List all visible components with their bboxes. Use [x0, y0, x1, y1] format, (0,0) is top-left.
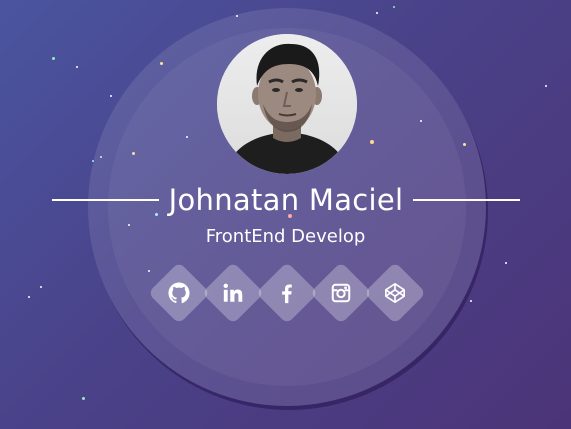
star [376, 12, 378, 14]
avatar-portrait [217, 34, 357, 174]
linkedin-icon [211, 271, 255, 315]
profile-role: FrontEnd Develop [205, 226, 366, 247]
instagram-button[interactable] [309, 261, 373, 325]
star [110, 95, 112, 97]
codepen-icon [373, 271, 417, 315]
right-divider [413, 199, 521, 201]
star [28, 296, 30, 298]
star [52, 57, 55, 60]
star [76, 66, 78, 68]
github-icon [157, 271, 201, 315]
profile-name: Johnatan Maciel [168, 183, 404, 217]
name-heading-row: Johnatan Maciel [52, 178, 521, 222]
facebook-button[interactable] [255, 261, 319, 325]
star [470, 300, 472, 302]
facebook-icon [265, 271, 309, 315]
instagram-icon [319, 271, 363, 315]
avatar [217, 34, 357, 174]
star [393, 6, 395, 8]
star [40, 286, 42, 288]
linkedin-button[interactable] [201, 261, 265, 325]
star [82, 397, 85, 400]
github-button[interactable] [147, 261, 211, 325]
codepen-button[interactable] [363, 261, 427, 325]
star [505, 262, 507, 264]
social-links [147, 261, 428, 325]
star [545, 85, 547, 87]
left-divider [52, 199, 159, 201]
